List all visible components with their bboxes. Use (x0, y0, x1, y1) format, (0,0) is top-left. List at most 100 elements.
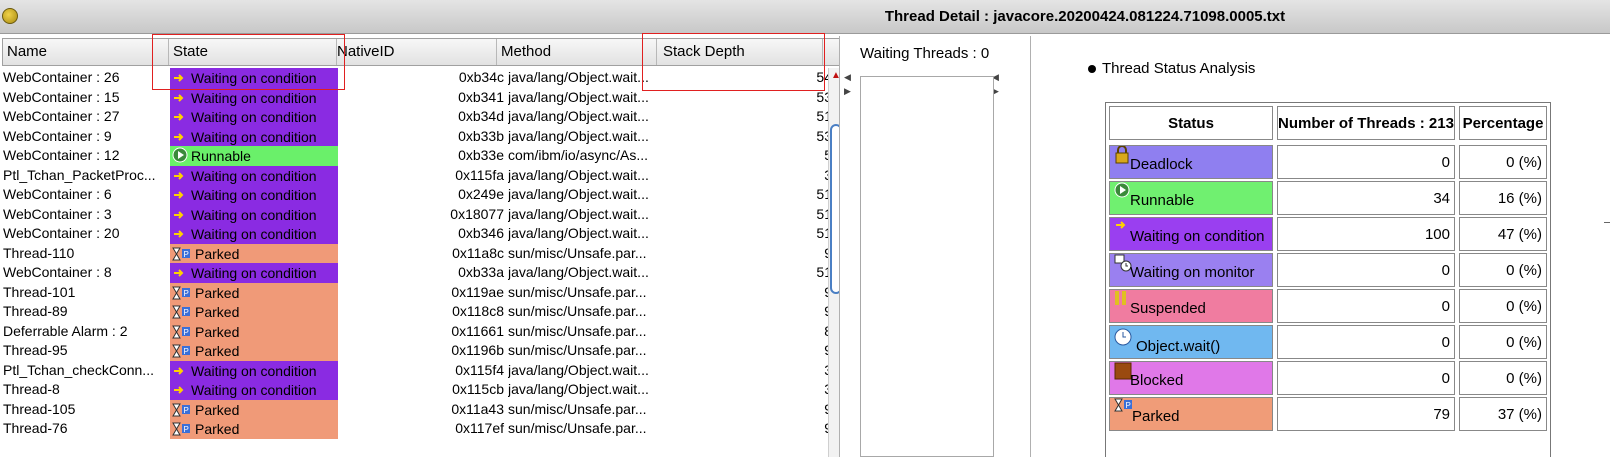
thread-method: java/lang/Object.wait... (508, 88, 649, 105)
arrow-icon (172, 187, 188, 201)
thread-state: P Parked (170, 341, 338, 361)
percentage-header: Percentage (1459, 106, 1547, 140)
table-row[interactable]: Thread-89 P Parked 0x118c8 sun/misc/Unsafe.p… (0, 302, 839, 322)
table-row[interactable]: Thread-95 P Parked 0x1196b sun/misc/Unsafe.p… (0, 341, 839, 361)
status-row-label: Waiting on monitor (1109, 253, 1273, 287)
hourglass-icon: P (172, 343, 192, 358)
thread-name: Thread-110 (3, 244, 75, 261)
scroll-up-arrow-icon[interactable]: ▲ (831, 70, 839, 81)
table-row[interactable]: WebContainer : 20 Waiting on condition 0xb… (0, 224, 839, 244)
status-row-count: 0 (1277, 325, 1455, 359)
thread-state-label: Parked (195, 343, 240, 359)
table-row[interactable]: WebContainer : 15 Waiting on condition 0xb… (0, 87, 839, 108)
table-row[interactable]: WebContainer : 6 Waiting on condition 0x24… (0, 185, 839, 205)
svg-text:P: P (184, 328, 189, 337)
table-row[interactable]: WebContainer : 8 Waiting on condition 0xb3… (0, 263, 839, 283)
table-row[interactable]: WebContainer : 12 Runnable 0xb33e com/ibm/i… (0, 146, 839, 166)
waiting-threads-pane: Waiting Threads : 0 (858, 36, 1018, 457)
table-row[interactable]: Ptl_Tchan_checkConn... Waiting on conditi… (0, 360, 839, 381)
thread-state: Waiting on condition (170, 380, 338, 400)
table-row[interactable]: Thread-76 P Parked 0x117ef sun/misc/Unsafe.p… (0, 419, 839, 439)
table-row[interactable]: WebContainer : 26 Waiting on condition 0xb… (0, 68, 839, 88)
status-row-label: Runnable (1109, 181, 1273, 215)
thread-name: Deferrable Alarm : 2 (3, 322, 128, 339)
table-row[interactable]: Thread-110 P Parked 0x11a8c sun/misc/Unsafe.… (0, 243, 839, 264)
status-name: Object.wait() (1136, 338, 1221, 355)
table-row[interactable]: Thread-101 P Parked 0x119ae sun/misc/Unsafe.… (0, 282, 839, 303)
column-header-nativeid[interactable]: NativeID (337, 39, 497, 65)
table-row[interactable]: Deferrable Alarm : 2 P Parked 0x11661 sun/mi… (0, 321, 839, 342)
status-row-percentage: 0 (%) (1459, 145, 1547, 179)
thread-name: WebContainer : 3 (3, 205, 112, 222)
thread-state: Waiting on condition (170, 87, 338, 108)
status-row-label: Deadlock (1109, 145, 1273, 179)
thread-native-id: 0x119ae (451, 283, 504, 300)
thread-stack-depth: 51 (816, 264, 832, 280)
column-header-stack-depth[interactable]: Stack Depth (657, 39, 823, 65)
thread-native-id: 0x115f4 (455, 361, 504, 378)
table-row[interactable]: WebContainer : 9 Waiting on condition 0xb3… (0, 126, 839, 147)
hourglass-icon: P (1114, 398, 1134, 416)
status-row-label: Waiting on condition (1109, 217, 1273, 251)
status-row-label: P Parked (1109, 397, 1273, 431)
status-name: Runnable (1130, 192, 1195, 209)
thread-stack-depth: 54 (816, 69, 832, 85)
runnable-icon (1114, 182, 1130, 202)
title-bar: Thread Detail : javacore.20200424.081224… (0, 0, 1610, 34)
svg-text:P: P (184, 425, 189, 434)
thread-name: Thread-8 (3, 381, 60, 397)
thread-native-id: 0x115cb (452, 381, 504, 397)
thread-method: java/lang/Object.wait... (508, 108, 649, 124)
table-row[interactable]: WebContainer : 27 Waiting on condition 0xb… (0, 107, 839, 127)
thread-state-label: Parked (195, 323, 240, 340)
thread-stack-depth: 9 (676, 245, 836, 261)
thread-native-id: 0x118c8 (452, 303, 504, 319)
table-scrollbar[interactable]: ▲ (828, 68, 839, 457)
column-header-method[interactable]: Method (497, 39, 657, 65)
table-row[interactable]: WebContainer : 3 Waiting on condition 0x18… (0, 204, 839, 225)
thread-state: P Parked (170, 321, 338, 342)
status-row-percentage: 37 (%) (1459, 397, 1547, 431)
table-row[interactable]: Thread-105 P Parked 0x11a43 sun/misc/Unsafe.… (0, 399, 839, 420)
status-name: Suspended (1130, 300, 1206, 317)
status-name: Waiting on monitor (1130, 264, 1255, 281)
thread-state: P Parked (170, 282, 338, 303)
column-header-name[interactable]: Name (3, 39, 169, 65)
thread-state-label: Waiting on condition (191, 89, 317, 106)
thread-state: Waiting on condition (170, 126, 338, 147)
thread-stack-depth: 9 (676, 401, 836, 417)
bullet-icon (1088, 65, 1096, 73)
scroll-thumb[interactable] (830, 124, 839, 294)
thread-state-label: Waiting on condition (191, 167, 317, 184)
thread-name: Thread-101 (3, 283, 76, 300)
arrow-icon (172, 226, 188, 240)
waiting-threads-list[interactable] (860, 76, 994, 457)
thread-name: WebContainer : 15 (3, 88, 120, 105)
thread-state-label: Parked (195, 401, 240, 418)
thread-state-label: Parked (195, 284, 240, 301)
status-row-count: 34 (1277, 181, 1455, 215)
status-row-percentage: 0 (%) (1459, 361, 1547, 395)
thread-native-id: 0x1196b (451, 342, 504, 358)
splitter-left-arrow-icon[interactable]: ◀ (844, 72, 851, 83)
thread-state-label: Waiting on condition (191, 362, 317, 379)
svg-text:P: P (184, 289, 189, 298)
thread-state: Waiting on condition (170, 68, 338, 88)
thread-state-label: Waiting on condition (191, 206, 317, 223)
arrow-icon (172, 363, 188, 377)
table-row[interactable]: Thread-8 Waiting on condition 0x115cb java/… (0, 380, 839, 400)
thread-state-label: Waiting on condition (191, 70, 317, 86)
table-row[interactable]: Ptl_Tchan_PacketProc... Waiting on condit… (0, 165, 839, 186)
thread-stack-depth: 53 (816, 88, 832, 105)
thread-name: Thread-105 (3, 400, 76, 417)
thread-method: sun/misc/Unsafe.par... (508, 420, 647, 436)
column-header-state[interactable]: State (169, 39, 337, 65)
thread-stack-depth: 3 (676, 381, 836, 397)
splitter-right-arrow-icon[interactable]: ▶ (844, 86, 851, 97)
clock-icon (1114, 328, 1132, 350)
svg-text:P: P (184, 347, 189, 356)
thread-method: com/ibm/io/async/As... (508, 147, 649, 163)
thread-name: Ptl_Tchan_checkConn... (3, 361, 154, 378)
status-row-count: 0 (1277, 253, 1455, 287)
status-name: Blocked (1130, 372, 1184, 389)
